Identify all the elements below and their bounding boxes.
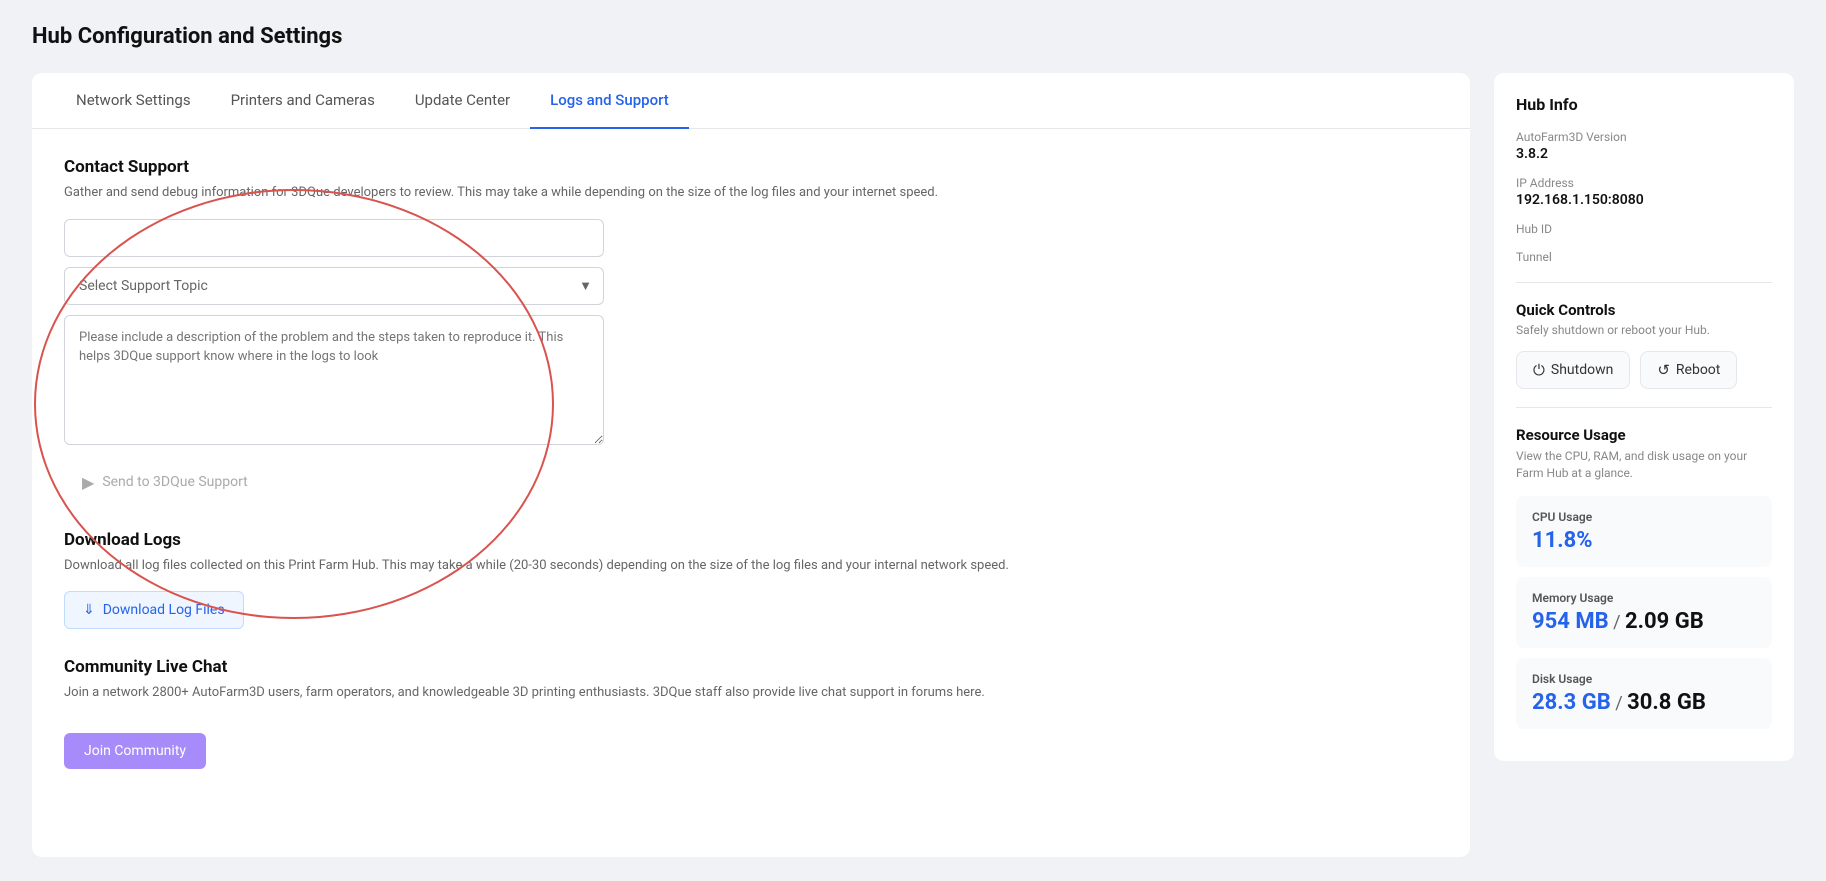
download-icon: ⇓ bbox=[83, 602, 95, 618]
send-icon: ▶ bbox=[82, 473, 94, 492]
controls-row: ⏻ Shutdown ↺ Reboot bbox=[1516, 351, 1772, 389]
shutdown-button[interactable]: ⏻ Shutdown bbox=[1516, 351, 1630, 389]
send-support-button[interactable]: ▶ Send to 3DQue Support bbox=[64, 463, 266, 502]
tab-printers-cameras[interactable]: Printers and Cameras bbox=[211, 73, 395, 129]
tab-logs-support[interactable]: Logs and Support bbox=[530, 73, 689, 129]
email-input[interactable] bbox=[64, 219, 604, 257]
cpu-label: CPU Usage bbox=[1532, 510, 1756, 524]
topic-select[interactable]: Select Support Topic Hardware Issue Soft… bbox=[64, 267, 604, 305]
hub-id-row: Hub ID bbox=[1516, 222, 1772, 236]
memory-value: 954 MB / 2.09 GB bbox=[1532, 609, 1756, 634]
reboot-button[interactable]: ↺ Reboot bbox=[1640, 351, 1737, 389]
sidebar-card: Hub Info AutoFarm3D Version 3.8.2 IP Add… bbox=[1494, 73, 1794, 761]
resource-usage-desc: View the CPU, RAM, and disk usage on you… bbox=[1516, 448, 1772, 482]
tabs-bar: Network Settings Printers and Cameras Up… bbox=[32, 73, 1470, 129]
power-icon: ⏻ bbox=[1533, 361, 1545, 379]
hub-id-label: Hub ID bbox=[1516, 222, 1772, 236]
community-chat-title: Community Live Chat bbox=[64, 657, 1438, 677]
contact-support-desc: Gather and send debug information for 3D… bbox=[64, 183, 1438, 203]
hub-info-title: Hub Info bbox=[1516, 95, 1772, 114]
memory-usage-card: Memory Usage 954 MB / 2.09 GB bbox=[1516, 577, 1772, 648]
download-log-files-button[interactable]: ⇓ Download Log Files bbox=[64, 591, 244, 629]
ip-value: 192.168.1.150:8080 bbox=[1516, 192, 1772, 208]
version-value: 3.8.2 bbox=[1516, 146, 1772, 162]
download-logs-desc: Download all log files collected on this… bbox=[64, 556, 1438, 576]
version-label: AutoFarm3D Version bbox=[1516, 130, 1772, 144]
quick-controls-title: Quick Controls bbox=[1516, 301, 1772, 319]
community-chat-section: Community Live Chat Join a network 2800+… bbox=[64, 657, 1438, 769]
tunnel-label: Tunnel bbox=[1516, 250, 1772, 264]
ip-label: IP Address bbox=[1516, 176, 1772, 190]
cpu-usage-card: CPU Usage 11.8% bbox=[1516, 496, 1772, 567]
community-chat-button[interactable]: Join Community bbox=[64, 733, 206, 769]
content-body: Contact Support Gather and send debug in… bbox=[32, 129, 1470, 825]
page-title: Hub Configuration and Settings bbox=[32, 24, 1794, 49]
disk-usage-card: Disk Usage 28.3 GB / 30.8 GB bbox=[1516, 658, 1772, 729]
disk-label: Disk Usage bbox=[1532, 672, 1756, 686]
resource-usage-title: Resource Usage bbox=[1516, 426, 1772, 444]
disk-value: 28.3 GB / 30.8 GB bbox=[1532, 690, 1756, 715]
divider-1 bbox=[1516, 282, 1772, 283]
sidebar: Hub Info AutoFarm3D Version 3.8.2 IP Add… bbox=[1494, 73, 1794, 761]
divider-2 bbox=[1516, 407, 1772, 408]
contact-form: Select Support Topic Hardware Issue Soft… bbox=[64, 219, 604, 502]
tunnel-row: Tunnel bbox=[1516, 250, 1772, 264]
tab-update-center[interactable]: Update Center bbox=[395, 73, 530, 129]
community-chat-desc: Join a network 2800+ AutoFarm3D users, f… bbox=[64, 683, 1438, 703]
contact-support-section: Contact Support Gather and send debug in… bbox=[64, 157, 1438, 502]
description-textarea[interactable] bbox=[64, 315, 604, 445]
reboot-icon: ↺ bbox=[1657, 361, 1670, 379]
tab-network-settings[interactable]: Network Settings bbox=[56, 73, 211, 129]
download-logs-title: Download Logs bbox=[64, 530, 1438, 550]
version-row: AutoFarm3D Version 3.8.2 bbox=[1516, 130, 1772, 162]
content-area: Network Settings Printers and Cameras Up… bbox=[32, 73, 1470, 857]
contact-support-title: Contact Support bbox=[64, 157, 1438, 177]
download-logs-section: Download Logs Download all log files col… bbox=[64, 530, 1438, 630]
cpu-value: 11.8% bbox=[1532, 528, 1756, 553]
quick-controls-desc: Safely shutdown or reboot your Hub. bbox=[1516, 323, 1772, 337]
memory-label: Memory Usage bbox=[1532, 591, 1756, 605]
ip-row: IP Address 192.168.1.150:8080 bbox=[1516, 176, 1772, 208]
topic-select-wrapper: Select Support Topic Hardware Issue Soft… bbox=[64, 267, 604, 305]
